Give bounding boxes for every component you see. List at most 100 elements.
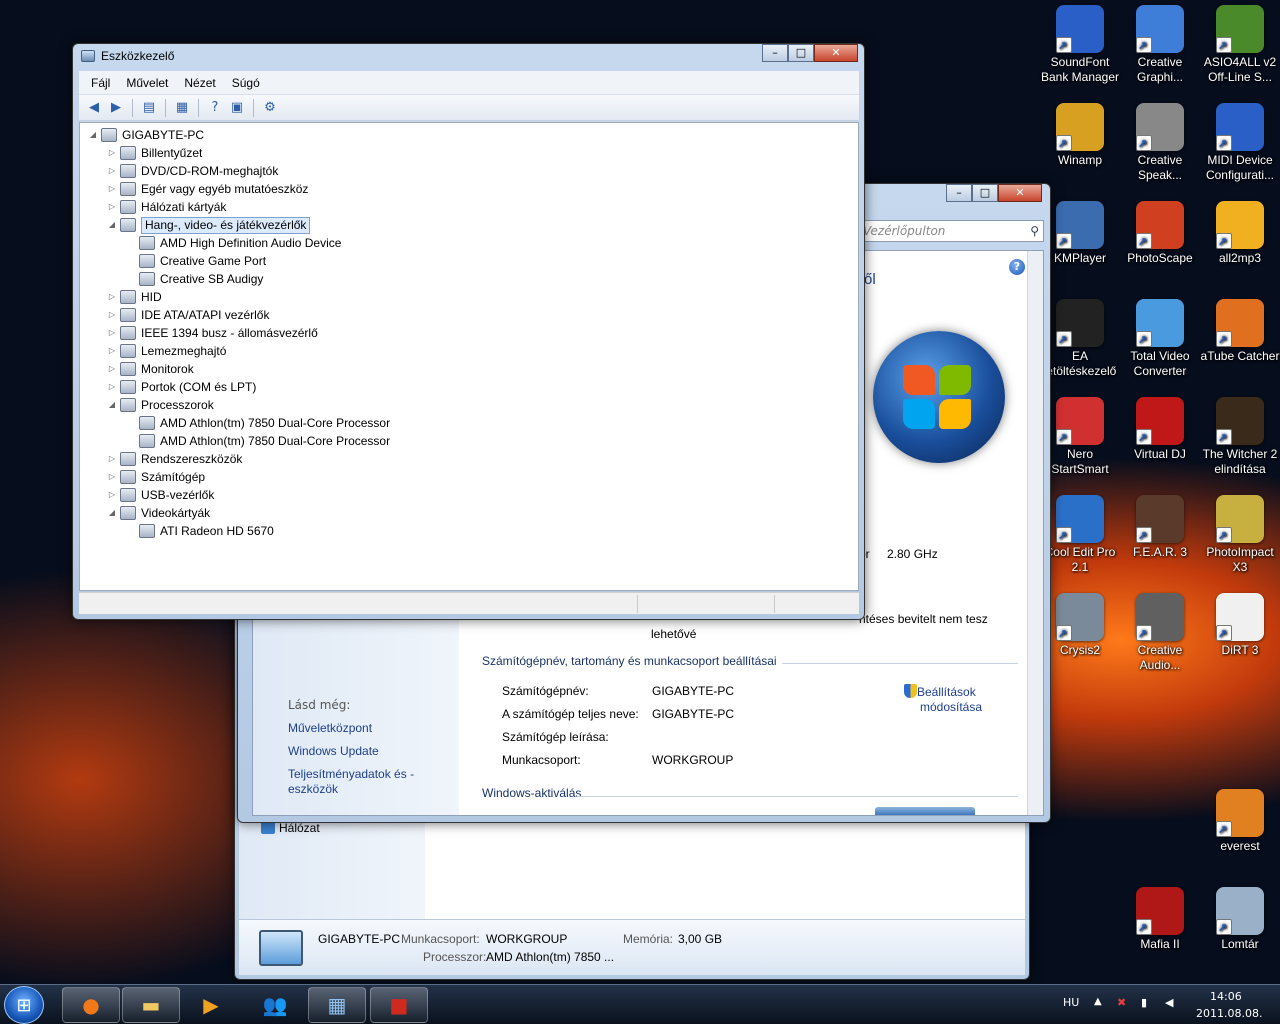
desktop-icon[interactable]: Virtual DJ xyxy=(1120,397,1200,462)
performance-tools-link[interactable]: Teljesítményadatok és -eszközök xyxy=(288,767,428,797)
desktop-icon[interactable]: MIDI Device Configurati... xyxy=(1200,103,1280,183)
minimize-button[interactable]: – xyxy=(762,44,788,62)
expand-arrow-icon[interactable]: ▷ xyxy=(107,180,117,198)
collapse-arrow-icon[interactable]: ◢ xyxy=(88,126,98,144)
desktop-icon[interactable]: Cool Edit Pro 2.1 xyxy=(1040,495,1120,575)
help-icon[interactable]: ? xyxy=(206,99,224,117)
collapse-arrow-icon[interactable]: ◢ xyxy=(107,504,117,522)
desktop-icon[interactable]: KMPlayer xyxy=(1040,201,1120,266)
desktop-icon[interactable]: DiRT 3 xyxy=(1200,593,1280,658)
desktop-icon[interactable]: aTube Catcher xyxy=(1200,299,1280,364)
device-item[interactable]: ATI Radeon HD 5670 xyxy=(126,522,274,540)
menu-file[interactable]: Fájl xyxy=(83,76,118,90)
menu-help[interactable]: Súgó xyxy=(224,76,268,90)
network-link[interactable]: Hálózat xyxy=(261,821,320,835)
show-hidden-icons[interactable]: ▲ xyxy=(1094,996,1102,1007)
desktop-icon[interactable]: Nero StartSmart xyxy=(1040,397,1120,477)
network-status-icon[interactable]: ▮ xyxy=(1141,996,1147,1009)
menu-action[interactable]: Művelet xyxy=(118,76,176,90)
properties-icon[interactable]: ▦ xyxy=(173,99,191,117)
expand-arrow-icon[interactable]: ▷ xyxy=(107,486,117,504)
device-item[interactable]: Creative Game Port xyxy=(126,252,266,270)
expand-arrow-icon[interactable]: ▷ xyxy=(107,468,117,486)
language-indicator[interactable]: HU xyxy=(1063,996,1079,1009)
taskbar-device-manager[interactable]: ■ xyxy=(370,987,428,1023)
device-item[interactable]: AMD Athlon(tm) 7850 Dual-Core Processor xyxy=(126,432,390,450)
maximize-button[interactable]: □ xyxy=(788,44,814,62)
view-icon[interactable]: ▣ xyxy=(228,99,246,117)
expand-arrow-icon[interactable]: ▷ xyxy=(107,306,117,324)
taskbar-firefox[interactable]: ● xyxy=(62,987,120,1023)
clock-time[interactable]: 14:06 xyxy=(1210,990,1242,1003)
desktop-icon[interactable]: Crysis2 xyxy=(1040,593,1120,658)
search-input[interactable]: Vezérlőpulton ⚲ xyxy=(858,220,1044,242)
taskbar-media-player[interactable]: ▶ xyxy=(182,987,240,1023)
volume-icon[interactable]: ◀ xyxy=(1165,996,1173,1009)
close-button[interactable]: ✕ xyxy=(814,44,858,62)
desktop-icon[interactable]: F.E.A.R. 3 xyxy=(1120,495,1200,560)
start-button[interactable]: ⊞ xyxy=(4,986,44,1024)
expand-arrow-icon[interactable]: ▷ xyxy=(107,162,117,180)
windows-update-link[interactable]: Windows Update xyxy=(288,744,379,759)
device-category[interactable]: ▷ USB-vezérlők xyxy=(107,486,214,504)
forward-arrow-icon[interactable]: ▶ xyxy=(107,99,125,117)
desktop-icon[interactable]: EA letöltéskezelő xyxy=(1040,299,1120,379)
desktop-icon[interactable]: The Witcher 2 elindítása xyxy=(1200,397,1280,477)
expand-arrow-icon[interactable]: ▷ xyxy=(107,450,117,468)
menu-view[interactable]: Nézet xyxy=(176,76,223,90)
desktop-icon[interactable]: ASIO4ALL v2 Off-Line S... xyxy=(1200,5,1280,85)
device-category[interactable]: ▷ HID xyxy=(107,288,162,306)
taskbar-control-panel[interactable]: ▦ xyxy=(308,987,366,1023)
desktop-icon[interactable]: everest xyxy=(1200,789,1280,854)
close-button[interactable]: ✕ xyxy=(998,184,1042,202)
vertical-scrollbar[interactable] xyxy=(1027,251,1043,815)
desktop-icon[interactable]: Mafia II xyxy=(1120,887,1200,952)
scan-hardware-icon[interactable]: ⚙ xyxy=(261,99,279,117)
maximize-button[interactable]: □ xyxy=(972,184,998,202)
expand-arrow-icon[interactable]: ▷ xyxy=(107,342,117,360)
expand-arrow-icon[interactable]: ▷ xyxy=(107,288,117,306)
device-category[interactable]: ▷ Lemezmeghajtó xyxy=(107,342,226,360)
expand-arrow-icon[interactable]: ▷ xyxy=(107,324,117,342)
desktop-icon[interactable]: PhotoScape xyxy=(1120,201,1200,266)
device-category[interactable]: ▷ Rendszereszközök xyxy=(107,450,242,468)
desktop-icon[interactable]: Winamp xyxy=(1040,103,1120,168)
clock-date[interactable]: 2011.08.08. xyxy=(1196,1007,1262,1020)
device-category[interactable]: ◢ Videokártyák xyxy=(107,504,210,522)
desktop-icon[interactable]: PhotoImpact X3 xyxy=(1200,495,1280,575)
device-item[interactable]: Creative SB Audigy xyxy=(126,270,263,288)
expand-arrow-icon[interactable]: ▷ xyxy=(107,360,117,378)
back-arrow-icon[interactable]: ◀ xyxy=(85,99,103,117)
desktop-icon[interactable]: Creative Audio... xyxy=(1120,593,1200,673)
taskbar-explorer[interactable]: ▬ xyxy=(122,987,180,1023)
expand-arrow-icon[interactable]: ▷ xyxy=(107,198,117,216)
desktop-icon[interactable]: all2mp3 xyxy=(1200,201,1280,266)
desktop-icon[interactable]: Lomtár xyxy=(1200,887,1280,952)
collapse-arrow-icon[interactable]: ◢ xyxy=(107,396,117,414)
device-category[interactable]: ▷ IDE ATA/ATAPI vezérlők xyxy=(107,306,269,324)
device-category[interactable]: ▷ IEEE 1394 busz - állomásvezérlő xyxy=(107,324,318,342)
action-center-link[interactable]: Műveletközpont xyxy=(288,721,372,736)
device-item[interactable]: AMD High Definition Audio Device xyxy=(126,234,341,252)
taskbar-messenger[interactable]: 👥 xyxy=(246,987,304,1023)
show-hide-tree-icon[interactable]: ▤ xyxy=(140,99,158,117)
help-icon[interactable]: ? xyxy=(1009,259,1025,275)
desktop-icon[interactable]: SoundFont Bank Manager xyxy=(1040,5,1120,85)
speaker-muted-icon[interactable]: ✖ xyxy=(1117,996,1126,1009)
device-category[interactable]: ▷ Portok (COM és LPT) xyxy=(107,378,256,396)
expand-arrow-icon[interactable]: ▷ xyxy=(107,378,117,396)
collapse-arrow-icon[interactable]: ◢ xyxy=(107,216,117,234)
device-category[interactable]: ▷ Billentyűzet xyxy=(107,144,202,162)
device-category[interactable]: ▷ Számítógép xyxy=(107,468,205,486)
change-settings-link[interactable]: Beállítások módosítása xyxy=(904,684,982,715)
device-category[interactable]: ▷ DVD/CD-ROM-meghajtók xyxy=(107,162,278,180)
minimize-button[interactable]: – xyxy=(946,184,972,202)
device-item[interactable]: AMD Athlon(tm) 7850 Dual-Core Processor xyxy=(126,414,390,432)
device-category[interactable]: ◢ Processzorok xyxy=(107,396,214,414)
expand-arrow-icon[interactable]: ▷ xyxy=(107,144,117,162)
desktop-icon[interactable]: Creative Speak... xyxy=(1120,103,1200,183)
device-category[interactable]: ▷ Monitorok xyxy=(107,360,194,378)
device-category[interactable]: ▷ Hálózati kártyák xyxy=(107,198,226,216)
desktop-icon[interactable]: Creative Graphi... xyxy=(1120,5,1200,85)
device-category[interactable]: ◢ Hang-, video- és játékvezérlők xyxy=(107,216,311,234)
